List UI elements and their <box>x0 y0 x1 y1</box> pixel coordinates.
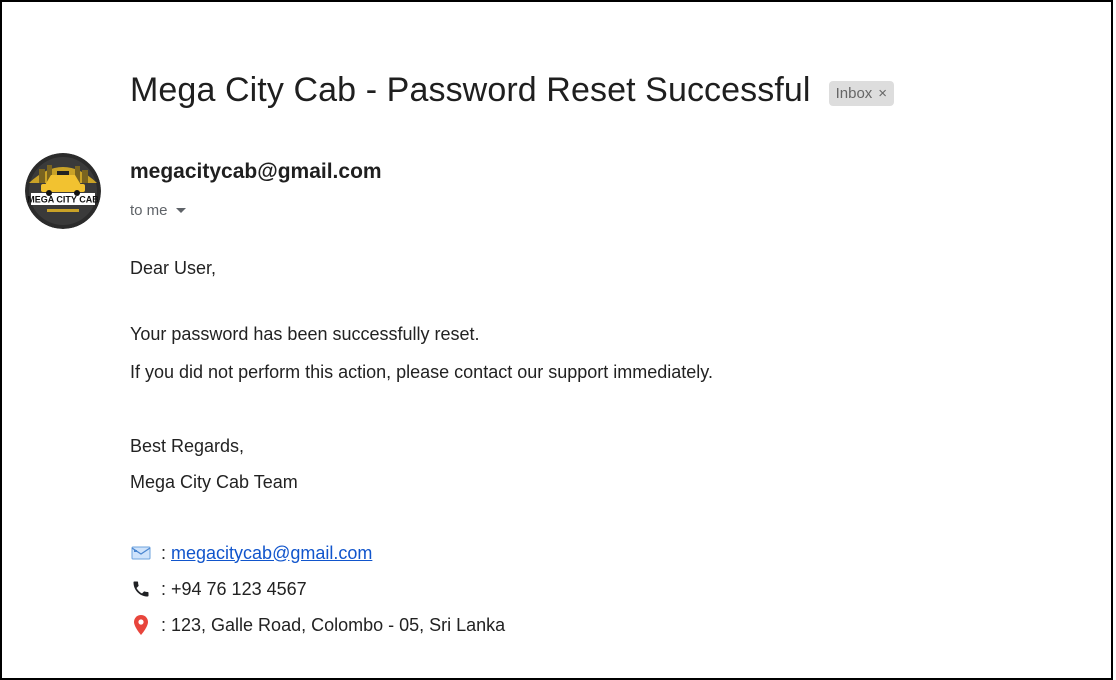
body-line-2: If you did not perform this action, plea… <box>130 362 713 382</box>
body-line-1: Your password has been successfully rese… <box>130 324 480 344</box>
contact-email-separator: : <box>156 542 172 563</box>
recipient-text: to me <box>130 202 168 219</box>
avatar-logo-text: MEGA CITY CAB <box>27 195 99 205</box>
megacitycab-logo-icon: MEGA CITY CAB <box>25 153 101 229</box>
remove-label-icon[interactable]: × <box>878 85 887 102</box>
contact-phone-line: : +94 76 123 4567 <box>130 578 307 600</box>
signature-text: Mega City Cab Team <box>130 472 298 492</box>
closing-text: Best Regards, <box>130 436 245 456</box>
contact-email-line: : megacitycab@gmail.com <box>130 542 372 564</box>
subject-row: Mega City Cab - Password Reset Successfu… <box>130 68 895 112</box>
greeting-text: Dear User, <box>130 258 217 278</box>
contact-phone-text: : +94 76 123 4567 <box>156 578 307 599</box>
recipient-dropdown[interactable]: to me <box>130 202 186 219</box>
contact-address-text: : 123, Galle Road, Colombo - 05, Sri Lan… <box>156 614 506 635</box>
phone-icon <box>130 578 152 600</box>
contact-address-line: : 123, Galle Road, Colombo - 05, Sri Lan… <box>130 614 505 636</box>
chevron-down-icon[interactable] <box>175 208 186 213</box>
sender-email: megacitycab@gmail.com <box>130 160 382 183</box>
inbox-label[interactable]: Inbox × <box>828 80 895 106</box>
email-subject: Mega City Cab - Password Reset Successfu… <box>130 71 811 109</box>
envelope-icon <box>130 542 152 564</box>
inbox-label-text: Inbox <box>835 84 873 102</box>
contact-email-link[interactable]: megacitycab@gmail.com <box>171 543 372 564</box>
sender-avatar[interactable]: MEGA CITY CAB <box>25 153 101 229</box>
location-pin-icon <box>130 614 152 636</box>
